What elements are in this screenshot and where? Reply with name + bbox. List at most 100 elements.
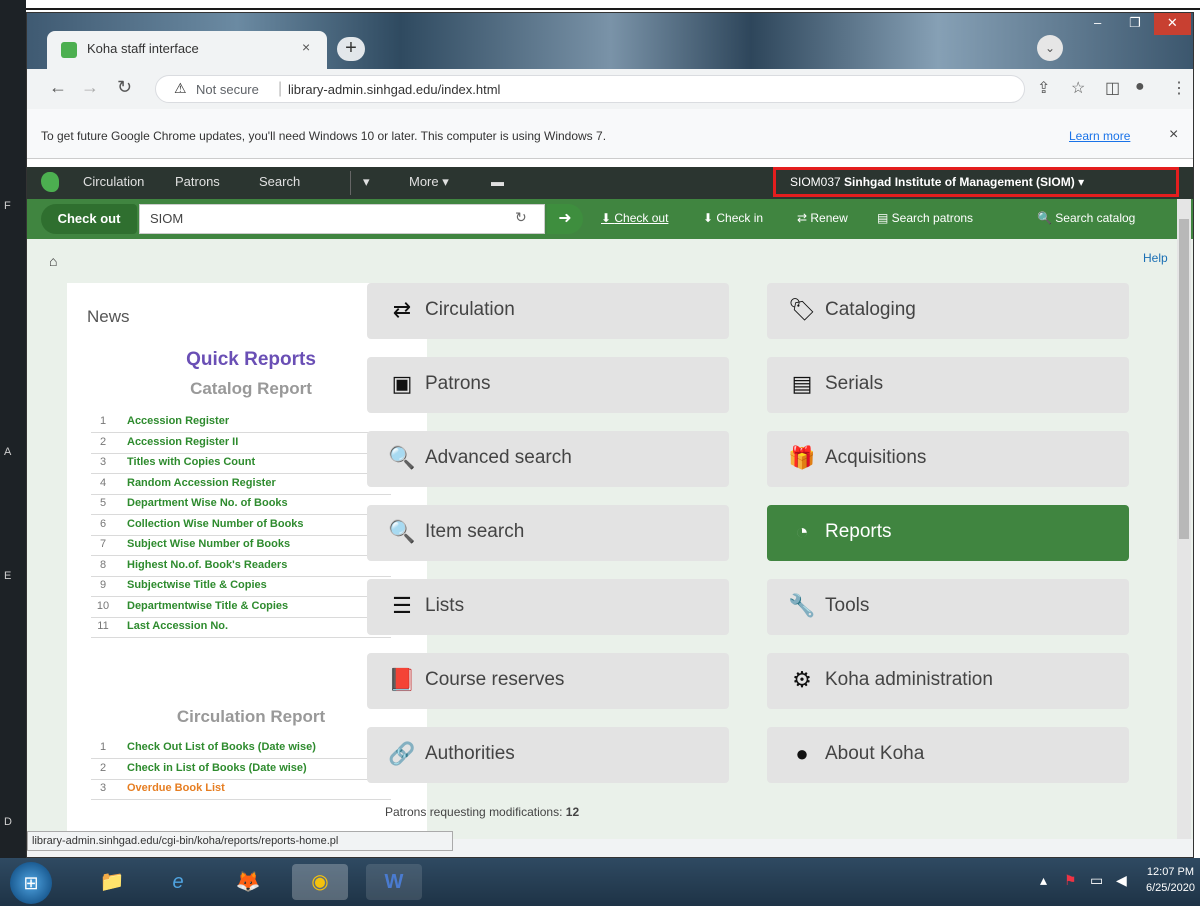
tile-advanced-search[interactable]: 🔍 Advanced search [367,431,729,487]
tile-about-koha[interactable]: ● About Koha [767,727,1129,783]
search-submit-icon[interactable]: ➜ [547,204,583,234]
browser-tab[interactable]: Koha staff interface × [47,31,327,69]
report-link[interactable]: Department Wise No. of Books [127,497,288,509]
report-number: 11 [97,620,109,632]
bookmark-star-icon[interactable]: ☆ [1071,78,1085,98]
tab-close-icon[interactable]: × [302,39,310,55]
report-link[interactable]: Overdue Book List [127,782,225,794]
quick-renew-link[interactable]: ⇄ Renew [797,211,848,225]
nav-more[interactable]: More ▾ [409,174,449,190]
profile-icon[interactable]: ● [1135,78,1145,96]
tile-lists[interactable]: ☰ Lists [367,579,729,635]
tile-serials[interactable]: ▤ Serials [767,357,1129,413]
nav-search-dropdown[interactable]: ▾ [363,174,370,190]
quick-search-patrons-link[interactable]: ▤ Search patrons [877,211,973,225]
explorer-app-icon[interactable]: 📁 [84,864,140,900]
report-link[interactable]: Check Out List of Books (Date wise) [127,741,316,753]
infobar-close-icon[interactable]: × [1169,126,1178,144]
start-button[interactable]: ⊞ [10,862,52,904]
tile-reports[interactable]: ◔ Reports [767,505,1129,561]
tile-course-reserves[interactable]: 📕 Course reserves [367,653,729,709]
tab-search-icon[interactable]: ⌄ [1037,35,1063,61]
pending-label: Patrons requesting modifications: [385,805,563,819]
tray-expand-icon[interactable]: ▴ [1040,872,1047,889]
ie-app-icon[interactable]: e [150,864,206,900]
nav-patrons[interactable]: Patrons [175,174,220,189]
report-row: 3 Overdue Book List [91,782,391,800]
forward-arrow-icon[interactable]: → [81,77,99,98]
volume-icon[interactable]: ◀ [1116,872,1127,889]
new-tab-button[interactable]: + [337,37,365,61]
tile-label: Patrons [425,373,491,394]
pending-modifications[interactable]: Patrons requesting modifications: 12 [385,805,579,819]
tile-tools[interactable]: 🔧 Tools [767,579,1129,635]
quick-checkout-link[interactable]: ⬇ Check out [601,211,668,225]
logged-in-library[interactable]: SIOM037 Sinhgad Institute of Management … [790,175,1084,189]
help-link[interactable]: Help [1143,251,1168,265]
omnibox-divider: | [278,80,283,97]
word-app-icon[interactable]: W [366,864,422,900]
tile-item-search[interactable]: 🔍 Item search [367,505,729,561]
tile-acquisitions[interactable]: 🎁 Acquisitions [767,431,1129,487]
learn-more-link[interactable]: Learn more [1069,129,1130,143]
report-row: 11 Last Accession No. [91,620,391,638]
report-link[interactable]: Check in List of Books (Date wise) [127,762,307,774]
tile-patrons[interactable]: ▣ Patrons [367,357,729,413]
patron-search-input[interactable]: SIOM [139,204,545,234]
report-link[interactable]: Accession Register II [127,436,238,448]
sidebar-icon[interactable]: ◫ [1105,78,1120,98]
nav-circulation[interactable]: Circulation [83,174,144,189]
tray-flag-icon[interactable]: ⚑ [1064,872,1077,889]
tile-circulation[interactable]: ⇄ Circulation [367,283,729,339]
report-link[interactable]: Subjectwise Title & Copies [127,579,267,591]
quick-checkin-link[interactable]: ⬇ Check in [703,211,763,225]
scrollbar-thumb[interactable] [1179,219,1189,539]
search-mode-checkout[interactable]: Check out [41,204,137,234]
library-dropdown-icon[interactable]: ▾ [1078,175,1084,189]
report-row: 1 Check Out List of Books (Date wise) [91,741,391,759]
report-link[interactable]: Departmentwise Title & Copies [127,600,288,612]
desktop-top-edge [0,0,1200,10]
reload-icon[interactable]: ↻ [117,77,132,98]
close-window-button[interactable]: ✕ [1153,13,1191,35]
warning-triangle-icon[interactable]: ⚠ [174,80,187,97]
network-icon[interactable]: ▭ [1090,872,1103,889]
report-link[interactable]: Accession Register [127,415,229,427]
logged-in-library-highlight[interactable]: SIOM037 Sinhgad Institute of Management … [773,167,1179,197]
chrome-app-icon[interactable]: ◉ [292,864,348,900]
koha-logo-icon[interactable] [41,172,59,192]
tile-authorities[interactable]: 🔗 Authorities [367,727,729,783]
report-link[interactable]: Titles with Copies Count [127,456,255,468]
report-number: 10 [96,599,110,612]
report-row: 5 Department Wise No. of Books [91,497,391,515]
tile-label: Cataloging [825,299,916,320]
tile-koha-administration[interactable]: ⚙ Koha administration [767,653,1129,709]
report-link[interactable]: Random Accession Register [127,477,276,489]
report-row: 2 Check in List of Books (Date wise) [91,762,391,780]
report-link[interactable]: Collection Wise Number of Books [127,518,304,530]
not-secure-label[interactable]: Not secure [196,82,259,97]
menu-kebab-icon[interactable]: ⋮ [1171,78,1187,98]
tab-title: Koha staff interface [87,41,199,56]
nav-search[interactable]: Search [259,174,300,189]
maximize-button[interactable]: ❐ [1116,13,1153,35]
firefox-app-icon[interactable]: 🦊 [220,864,276,900]
system-clock[interactable]: 12:07 PM 6/25/2020 [1146,864,1195,896]
page-scrollbar[interactable] [1177,199,1191,839]
url-text[interactable]: library-admin.sinhgad.edu/index.html [288,82,500,97]
loading-spinner-icon: ↻ [515,209,527,225]
tile-cataloging[interactable]: 🏷 Cataloging [767,283,1129,339]
report-link[interactable]: Last Accession No. [127,620,228,632]
pending-count: 12 [565,805,580,819]
omnibox[interactable]: ⚠ Not secure | library-admin.sinhgad.edu… [155,75,1025,103]
home-icon[interactable]: ⌂ [49,253,57,269]
clock-time: 12:07 PM [1146,866,1195,878]
share-icon[interactable]: ⇪ [1037,78,1050,98]
back-arrow-icon[interactable]: ← [49,77,67,98]
cart-icon[interactable]: ▬ [491,174,504,189]
report-link[interactable]: Highest No.of. Book's Readers [127,559,287,571]
report-link[interactable]: Subject Wise Number of Books [127,538,290,550]
quick-search-catalog-link[interactable]: 🔍 Search catalog [1037,211,1135,225]
minimize-button[interactable]: ‒ [1079,13,1116,35]
nav-divider [350,171,351,195]
